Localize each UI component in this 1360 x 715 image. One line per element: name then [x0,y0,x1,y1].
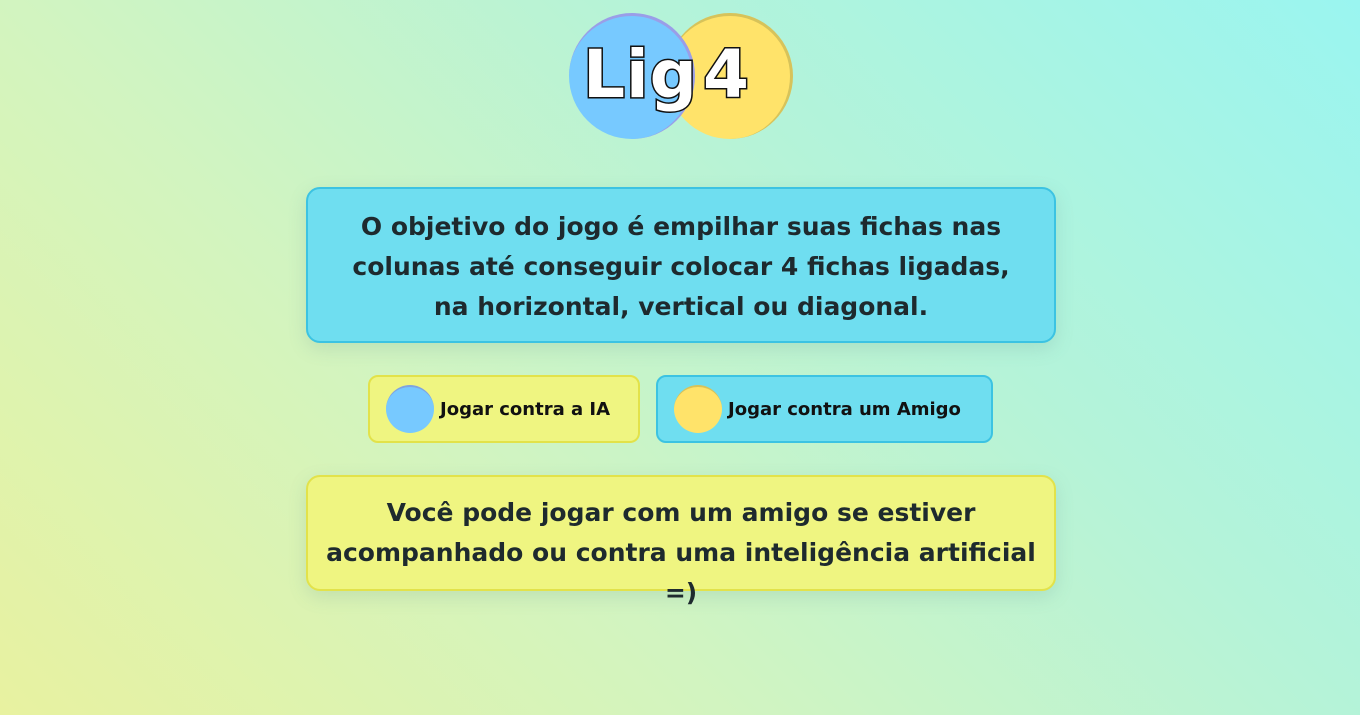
logo-text-lig: Lig [582,35,699,115]
play-vs-ai-button[interactable]: Jogar contra a IA [368,375,640,443]
yellow-chip-icon [674,385,722,433]
game-logo: Lig 4 [569,13,793,139]
play-vs-ai-label: Jogar contra a IA [440,398,611,420]
logo-text-4: 4 [702,35,751,115]
info-text: Você pode jogar com um amigo se estiver … [326,498,1036,607]
blue-chip-icon [386,385,434,433]
objective-text: O objetivo do jogo é empilhar suas ficha… [352,212,1010,321]
play-vs-friend-button[interactable]: Jogar contra um Amigo [656,375,993,443]
info-panel: Você pode jogar com um amigo se estiver … [306,475,1056,607]
objective-panel: O objetivo do jogo é empilhar suas ficha… [306,187,1056,343]
play-vs-friend-label: Jogar contra um Amigo [728,398,961,420]
